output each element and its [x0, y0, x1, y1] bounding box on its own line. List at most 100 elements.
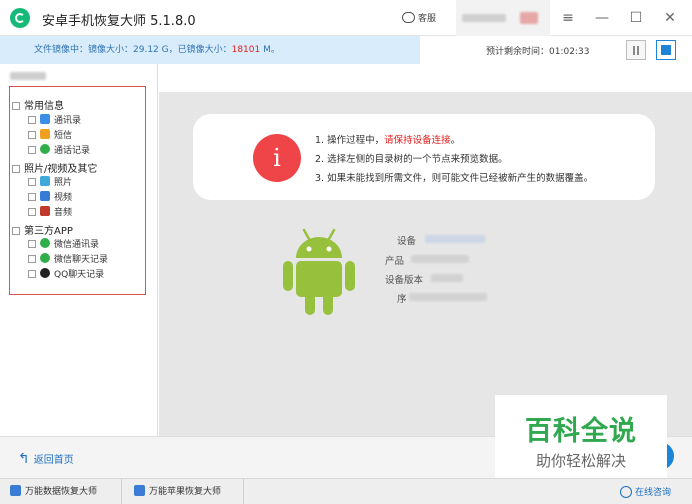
photo-icon	[40, 176, 50, 186]
online-label: 在线咨询	[635, 488, 672, 498]
checkbox[interactable]	[12, 165, 20, 173]
call-log-icon	[40, 144, 50, 154]
tree-item-label: QQ聊天记录	[54, 270, 105, 280]
tree-item-call-log[interactable]: 通话记录	[28, 143, 90, 156]
status-bar: 文件镜像中：镜像大小：29.12 G，已镜像大小：18101 M。 预计剩余时间…	[0, 36, 692, 64]
tree-item-wechat-chats[interactable]: 微信聊天记录	[28, 252, 108, 265]
checkbox[interactable]	[28, 146, 36, 154]
notice-text: 。	[450, 135, 461, 146]
title-bar: 安卓手机恢复大师 5.1.8.0 客服 ≡ — ☐ ✕	[0, 0, 692, 36]
menu-button[interactable]: ≡	[558, 8, 578, 28]
sms-icon	[40, 129, 50, 139]
checkbox[interactable]	[28, 270, 36, 278]
device-label: 设备	[397, 236, 417, 247]
category-label: 常用信息	[24, 101, 64, 112]
checkbox[interactable]	[28, 240, 36, 248]
tab-label: 万能数据恢复大师	[25, 487, 98, 497]
maximize-button[interactable]: ☐	[626, 8, 646, 28]
notice-text: 1. 操作过程中，	[315, 135, 385, 146]
tree-item-label: 短信	[54, 131, 73, 141]
back-arrow-icon: ↰	[18, 451, 30, 467]
video-icon	[40, 191, 50, 201]
qq-icon	[40, 268, 50, 278]
wechat-icon	[40, 238, 50, 248]
main-panel: i 1. 操作过程中，请保持设备连接。 2. 选择左侧的目录树的一个节点来预览数…	[159, 92, 692, 436]
back-home-label: 返回首页	[33, 455, 74, 466]
close-button[interactable]: ✕	[660, 8, 680, 28]
tree-item-label: 通讯录	[54, 116, 82, 126]
tree-item-label: 照片	[54, 178, 73, 188]
tab-data-recovery[interactable]: 万能数据恢复大师	[0, 479, 122, 504]
notice-line-1: 1. 操作过程中，请保持设备连接。	[315, 132, 460, 146]
category-media[interactable]: 照片/视频及其它	[12, 160, 97, 175]
notice-card: i 1. 操作过程中，请保持设备连接。 2. 选择左侧的目录树的一个节点来预览数…	[193, 114, 655, 200]
notice-highlight: 请保持设备连接	[384, 135, 451, 146]
left-panel: 常用信息 通讯录 短信 通话记录 照片/视频及其它 照片 视频 音频 第三方AP…	[0, 64, 158, 436]
bottom-bar: 万能数据恢复大师 万能苹果恢复大师 在线咨询	[0, 478, 692, 504]
apple-recovery-icon	[134, 485, 145, 496]
category-tree: 常用信息 通讯录 短信 通话记录 照片/视频及其它 照片 视频 音频 第三方AP…	[9, 86, 146, 295]
checkbox[interactable]	[28, 255, 36, 263]
category-label: 照片/视频及其它	[24, 164, 98, 175]
tree-item-wechat-contacts[interactable]: 微信通讯录	[28, 237, 99, 250]
checkbox[interactable]	[28, 178, 36, 186]
tree-item-sms[interactable]: 短信	[28, 128, 72, 141]
notice-line-2: 2. 选择左侧的目录树的一个节点来预览数据。	[315, 154, 508, 165]
category-third-party[interactable]: 第三方APP	[12, 222, 73, 237]
blurred-username	[462, 14, 506, 22]
checkbox[interactable]	[28, 116, 36, 124]
support-label: 客服	[418, 14, 437, 24]
mirror-status: 文件镜像中：镜像大小：29.12 G，已镜像大小：18101 M。	[0, 36, 420, 64]
tab-apple-recovery[interactable]: 万能苹果恢复大师	[124, 479, 244, 504]
chat-icon	[402, 12, 415, 23]
blurred-version-value	[431, 274, 463, 282]
eta-text: 预计剩余时间：01:02:33	[486, 47, 590, 57]
back-home-button[interactable]: ↰ 返回首页	[18, 451, 74, 467]
tree-item-label: 视频	[54, 193, 73, 203]
contacts-icon	[40, 114, 50, 124]
notice-line-3: 3. 如果未能找到所需文件，则可能文件已经被新产生的数据覆盖。	[315, 173, 594, 184]
tree-item-label: 微信通讯录	[54, 240, 100, 250]
checkbox[interactable]	[28, 131, 36, 139]
mirrored-size-value: 18101	[231, 45, 261, 55]
wechat-icon	[40, 253, 50, 263]
person-icon	[620, 486, 632, 498]
tree-item-contacts[interactable]: 通讯录	[28, 113, 81, 126]
tab-label: 万能苹果恢复大师	[149, 487, 222, 497]
stop-button[interactable]	[656, 40, 676, 60]
blurred-product-value	[411, 255, 469, 263]
checkbox[interactable]	[12, 102, 20, 110]
warning-icon: i	[253, 134, 301, 182]
product-label: 产品	[385, 256, 405, 267]
watermark-title: 百科全说	[525, 416, 637, 447]
category-common[interactable]: 常用信息	[12, 97, 64, 112]
checkbox[interactable]	[28, 193, 36, 201]
online-consult-button[interactable]: 在线咨询	[620, 485, 671, 498]
tree-item-audio[interactable]: 音频	[28, 205, 72, 218]
serial-label: 序	[397, 294, 407, 305]
tree-item-qq-chats[interactable]: QQ聊天记录	[28, 267, 104, 280]
tree-item-label: 音频	[54, 208, 73, 218]
tree-item-videos[interactable]: 视频	[28, 190, 72, 203]
status-suffix: M。	[260, 45, 280, 55]
version-label: 设备版本	[385, 275, 424, 286]
status-prefix: 文件镜像中：镜像大小：29.12 G，已镜像大小：	[34, 45, 232, 55]
audio-icon	[40, 206, 50, 216]
tree-item-label: 通话记录	[54, 146, 91, 156]
blurred-serial-value	[409, 293, 487, 301]
user-account-area[interactable]	[456, 0, 550, 36]
tree-item-photos[interactable]: 照片	[28, 175, 72, 188]
support-button[interactable]: 客服	[402, 11, 436, 24]
checkbox[interactable]	[28, 208, 36, 216]
app-title: 安卓手机恢复大师 5.1.8.0	[42, 14, 196, 29]
blurred-device-label	[10, 72, 46, 80]
watermark-subtitle: 助你轻松解决	[535, 452, 626, 470]
watermark: 百科全说 助你轻松解决	[495, 395, 667, 478]
blurred-device-value	[425, 235, 485, 243]
blurred-avatar	[520, 12, 538, 24]
checkbox[interactable]	[12, 227, 20, 235]
pause-button[interactable]	[626, 40, 646, 60]
app-logo-icon	[10, 8, 30, 28]
minimize-button[interactable]: —	[592, 8, 612, 28]
category-label: 第三方APP	[24, 226, 73, 237]
